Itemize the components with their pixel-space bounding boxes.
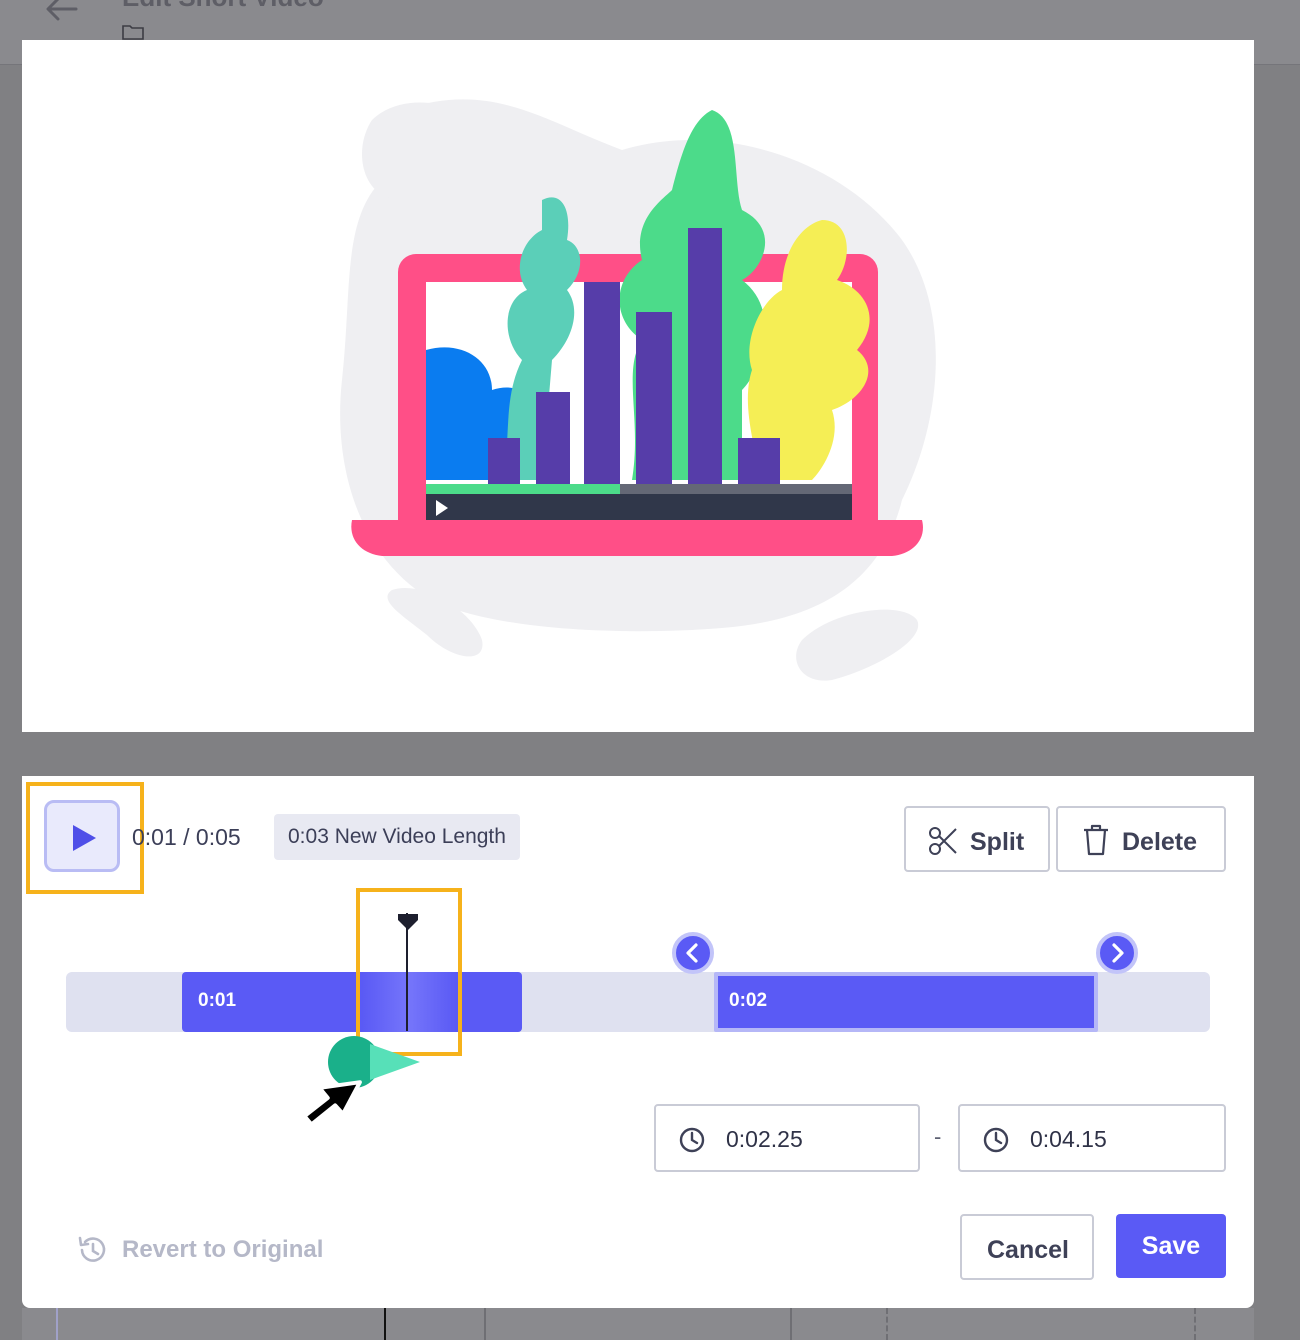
clip-segment-selected[interactable]: 0:02 — [714, 972, 1098, 1032]
preview-illustration — [340, 99, 936, 681]
trim-start-handle[interactable] — [672, 932, 714, 974]
revert-label: Revert to Original — [122, 1236, 324, 1263]
split-button[interactable]: Split — [904, 806, 1050, 872]
page-title: Edit Short Video — [122, 0, 324, 13]
end-time-input[interactable]: 0:04.15 — [958, 1104, 1226, 1172]
clip-duration-label: 0:02 — [729, 990, 768, 1011]
cancel-button[interactable]: Cancel — [960, 1214, 1094, 1280]
video-trim-editor: 0:01 / 0:05 0:03 New Video Length Split … — [22, 776, 1254, 1308]
split-label: Split — [970, 828, 1025, 856]
start-time-value: 0:02.25 — [726, 1126, 803, 1152]
cancel-label: Cancel — [987, 1236, 1069, 1264]
video-preview[interactable] — [22, 40, 1254, 732]
timeline-track[interactable]: 0:01 0:02 — [66, 972, 1210, 1032]
delete-button[interactable]: Delete — [1056, 806, 1226, 872]
divider — [790, 1308, 792, 1340]
clip-duration-label: 0:01 — [198, 990, 237, 1011]
range-separator: - — [934, 1124, 942, 1149]
divider — [384, 1308, 386, 1340]
chevron-right-icon — [1112, 943, 1124, 963]
back-arrow-icon[interactable] — [44, 0, 78, 22]
divider — [886, 1308, 888, 1340]
new-length-badge: 0:03 New Video Length — [274, 814, 520, 860]
divider — [1194, 1308, 1196, 1340]
play-button[interactable] — [44, 800, 120, 872]
delete-label: Delete — [1122, 828, 1198, 856]
mouse-cursor-icon — [302, 1036, 420, 1127]
history-icon — [78, 1236, 106, 1262]
clock-icon — [679, 1127, 705, 1153]
clip-segment[interactable]: 0:01 — [182, 972, 522, 1032]
chevron-left-icon — [686, 943, 698, 963]
end-time-value: 0:04.15 — [1030, 1126, 1107, 1152]
save-label: Save — [1141, 1232, 1201, 1260]
scissors-icon — [929, 827, 957, 855]
folder-icon[interactable] — [122, 24, 144, 40]
trim-end-handle[interactable] — [1096, 932, 1138, 974]
play-icon — [73, 825, 96, 851]
trash-icon — [1084, 824, 1108, 856]
divider — [56, 1308, 58, 1340]
clock-icon — [983, 1127, 1009, 1153]
background-content — [22, 1308, 1254, 1340]
playback-time: 0:01 / 0:05 — [132, 824, 241, 850]
save-button[interactable]: Save — [1116, 1214, 1226, 1278]
start-time-input[interactable]: 0:02.25 — [654, 1104, 920, 1172]
divider — [484, 1308, 486, 1340]
